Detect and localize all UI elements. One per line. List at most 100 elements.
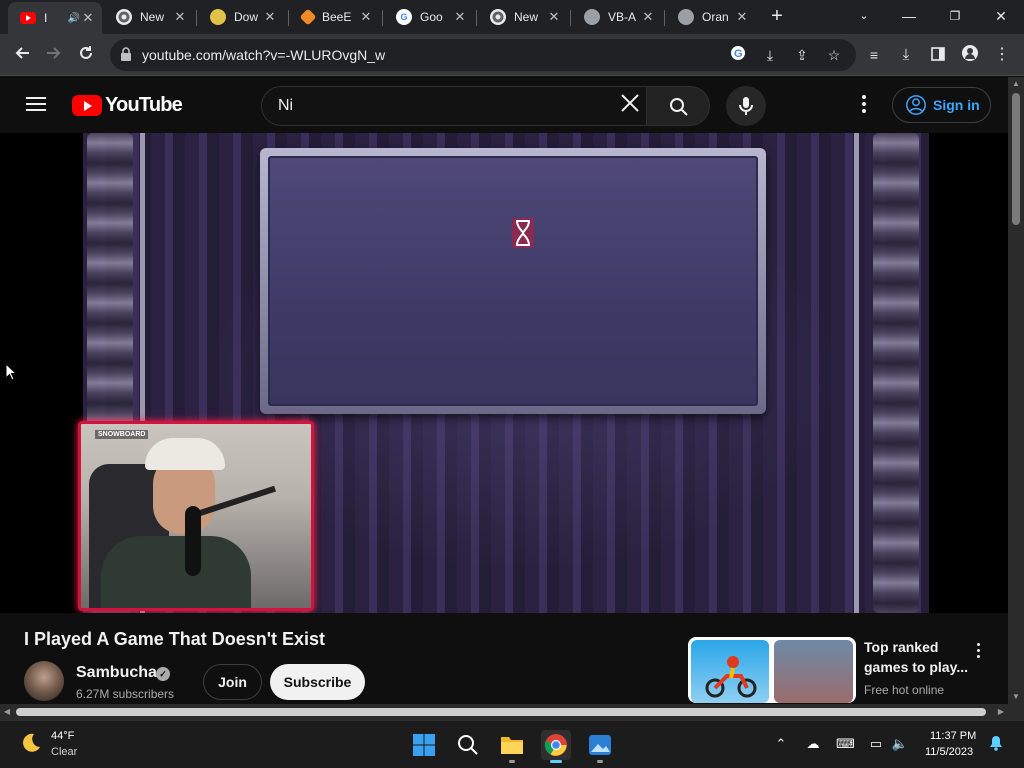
tab-download[interactable]: Dow ✕ [198,4,284,30]
search-query: Ni [278,97,294,114]
scroll-down-arrow-icon[interactable]: ▼ [1008,690,1024,704]
tab-vb-audio[interactable]: VB-A ✕ [572,4,662,30]
subscribe-button[interactable]: Subscribe [270,664,365,700]
motorbike-icon [705,656,757,698]
close-tab-icon[interactable]: ✕ [80,10,96,26]
tab-new-1[interactable]: New ✕ [104,4,194,30]
clear-search-icon[interactable] [618,92,642,116]
menu-icon[interactable] [26,97,46,111]
beebom-icon [299,8,317,26]
chrome-menu-icon[interactable]: ⋮ [990,43,1014,67]
tab-beebom[interactable]: BeeE ✕ [290,4,380,30]
tab-title: Goo [420,10,443,24]
sign-in-button[interactable]: Sign in [892,87,991,123]
scroll-up-arrow-icon[interactable]: ▲ [1008,77,1024,91]
horizontal-scroll-thumb[interactable] [16,708,986,716]
google-lens-icon[interactable]: G [728,45,748,65]
globe-icon [678,9,694,25]
back-button[interactable] [10,43,34,67]
side-panel-icon[interactable] [926,43,950,67]
windows-logo-icon [413,734,435,756]
chrome-icon [544,734,567,756]
voice-search-button[interactable] [726,86,766,126]
close-tab-icon[interactable]: ✕ [262,9,278,25]
clock-date[interactable]: 11/5/2023 [925,746,973,758]
tab-separator [288,10,289,26]
sponsored-ad-card[interactable]: Top ranked games to play... Free hot onl… [688,637,1008,703]
search-button[interactable] [646,86,710,126]
media-controls-icon[interactable]: ≡ [862,43,886,67]
tab-youtube[interactable]: I 🔊 ✕ [8,2,102,34]
keyboard-icon[interactable]: ⌨ [836,735,855,753]
address-bar[interactable]: youtube.com/watch?v=-WLUROvgN_w G ⤓ ⇪ ☆ [110,39,856,71]
scrollbar-corner [1008,704,1024,720]
show-hidden-icons-chevron-icon[interactable]: ⌃ [772,735,790,753]
svg-text:G: G [734,48,743,60]
moon-weather-icon[interactable] [18,731,42,755]
vertical-scrollbar[interactable]: ▲ ▼ [1008,77,1024,704]
ad-title[interactable]: Top ranked games to play... [864,637,974,677]
profile-icon[interactable] [958,43,982,67]
reload-button[interactable] [74,43,98,67]
scroll-right-arrow-icon[interactable]: ▶ [994,704,1008,720]
active-indicator [550,760,562,763]
photos-button[interactable] [585,730,615,763]
close-tab-icon[interactable]: ✕ [452,9,468,25]
downloads-icon[interactable]: ⤓ [894,43,918,67]
channel-name[interactable]: Sambucha [76,664,157,682]
photos-icon [589,735,611,755]
bookmark-star-icon[interactable]: ☆ [824,45,844,65]
install-app-icon[interactable]: ⤓ [760,45,780,65]
right-chain [873,133,919,613]
taskbar-search-button[interactable] [453,730,483,760]
running-indicator [597,760,603,763]
tab-new-2[interactable]: New ✕ [478,4,568,30]
close-tab-icon[interactable]: ✕ [734,9,750,25]
horizontal-scrollbar[interactable]: ◀ ▶ [0,704,1008,720]
share-icon[interactable]: ⇪ [792,45,812,65]
chrome-icon [490,9,506,25]
minimize-button[interactable]: — [893,4,925,28]
volume-icon[interactable]: 🔈 [891,735,909,753]
notification-bell-icon[interactable] [987,735,1005,753]
scroll-left-arrow-icon[interactable]: ◀ [0,704,14,720]
ad-subtitle: Free hot online [864,683,945,697]
search-icon [458,735,478,755]
streamer-body [101,536,251,608]
chrome-taskbar-button[interactable] [541,730,571,763]
webcam-poster-tag: SNOWBOARD [95,430,149,439]
verified-badge-icon: ✓ [156,667,170,681]
new-tab-button[interactable]: + [766,6,788,28]
ad-thumbnail[interactable] [688,637,856,703]
microphone [185,506,201,576]
close-window-button[interactable]: ✕ [985,4,1017,28]
youtube-logo[interactable]: YouTube [72,94,183,117]
forward-button[interactable] [42,43,66,67]
close-tab-icon[interactable]: ✕ [172,9,188,25]
channel-avatar[interactable] [24,661,64,701]
reload-icon [80,46,92,59]
onedrive-offline-icon[interactable]: ☁ [804,735,822,753]
restore-button[interactable]: ❐ [939,4,971,28]
tab-orange[interactable]: Oran ✕ [666,4,756,30]
start-button[interactable] [409,730,439,760]
ad-options-icon[interactable] [974,643,982,659]
network-icon[interactable]: ▭ [867,735,885,753]
join-button[interactable]: Join [203,664,262,700]
speaker-icon[interactable]: 🔊 [68,13,80,24]
tab-google[interactable]: G Goo ✕ [384,4,474,30]
close-tab-icon[interactable]: ✕ [640,9,656,25]
globe-icon [584,9,600,25]
weather-temperature[interactable]: 44°F [51,730,74,742]
lock-icon[interactable] [120,47,132,66]
settings-kebab-icon[interactable] [856,95,872,115]
tab-search-icon[interactable]: ⌄ [848,4,880,28]
video-player[interactable]: SNOWBOARD [0,133,1008,613]
search-input[interactable]: Ni [261,86,647,126]
close-tab-icon[interactable]: ✕ [546,9,562,25]
vertical-scroll-thumb[interactable] [1012,93,1020,225]
clock-time[interactable]: 11:37 PM [930,730,976,742]
close-tab-icon[interactable]: ✕ [358,9,374,25]
file-explorer-button[interactable] [497,730,527,763]
weather-condition[interactable]: Clear [51,746,77,758]
